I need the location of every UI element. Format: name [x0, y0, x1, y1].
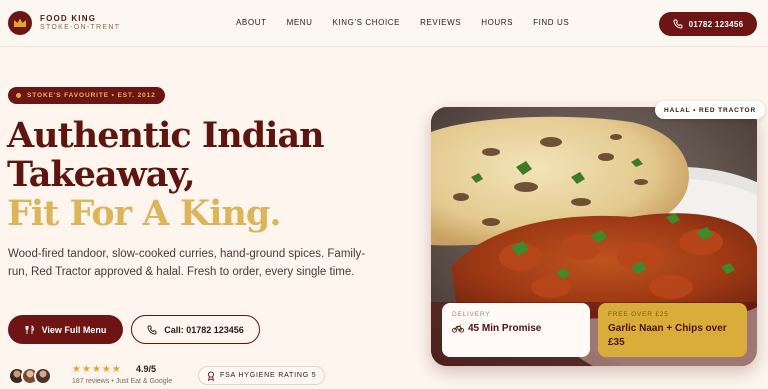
delivery-label: DELIVERY [452, 311, 491, 318]
star-icon: ★ [91, 364, 101, 375]
nav-link-menu[interactable]: MENU [287, 18, 313, 27]
star-rating: ★ ★ ★ ★ ★ [72, 364, 121, 375]
nav-link-about[interactable]: ABOUT [236, 18, 267, 27]
headline-line-3: Fit For A King. [7, 193, 282, 234]
nav-link-kings-choice[interactable]: KING'S CHOICE [333, 18, 401, 27]
headline-line-1: Authentic Indian [7, 115, 325, 156]
star-icon: ★ [101, 364, 111, 375]
established-badge-label: STOKE'S FAVOURITE • EST. 2012 [27, 92, 156, 99]
star-icon: ★ [81, 364, 91, 375]
view-menu-button[interactable]: View Full Menu [8, 315, 123, 344]
brand-location: STOKE-ON-TRENT [40, 24, 121, 31]
nav-link-reviews[interactable]: REVIEWS [420, 18, 461, 27]
crown-icon [14, 18, 26, 27]
star-icon: ★ [72, 364, 81, 375]
phone-icon [673, 19, 683, 29]
delivery-value-row: 45 Min Promise [452, 323, 580, 334]
bike-icon [452, 324, 464, 333]
delivery-value: 45 Min Promise [468, 323, 542, 334]
nav-links: ABOUT MENU KING'S CHOICE REVIEWS HOURS F… [236, 18, 569, 27]
established-badge: STOKE'S FAVOURITE • EST. 2012 [8, 87, 165, 104]
badge-dot-icon [16, 93, 21, 98]
offer-value: Garlic Naan + Chips over £35 [608, 323, 727, 348]
nav-link-find-us[interactable]: FIND US [533, 18, 569, 27]
offer-label: FREE OVER £25 [608, 311, 669, 318]
hygiene-rating-label: FSA HYGIENE RATING 5 [220, 372, 317, 379]
top-navigation: FOOD KING STOKE-ON-TRENT ABOUT MENU KING… [0, 0, 768, 47]
call-cta-button-label: Call: 01782 123456 [164, 324, 244, 335]
offer-card: FREE OVER £25 Garlic Naan + Chips over £… [598, 303, 747, 357]
hygiene-rating-badge: FSA HYGIENE RATING 5 [198, 366, 326, 385]
halal-badge: HALAL • RED TRACTOR [655, 101, 766, 119]
hero-description: Wood-fired tandoor, slow-cooked curries,… [8, 248, 366, 278]
rating-value: 4.9/5 [136, 364, 157, 374]
phone-icon [147, 325, 157, 334]
view-menu-button-label: View Full Menu [41, 324, 107, 335]
star-icon: ★ [111, 364, 121, 375]
delivery-card: DELIVERY 45 Min Promise [442, 303, 590, 357]
avatar [34, 367, 52, 385]
headline-line-2: Takeaway, [7, 154, 196, 195]
logo[interactable] [8, 11, 32, 35]
call-cta-button[interactable]: Call: 01782 123456 [131, 315, 260, 344]
customer-avatars [8, 367, 52, 385]
call-button[interactable]: 01782 123456 [659, 12, 757, 36]
nav-link-hours[interactable]: HOURS [481, 18, 513, 27]
review-count: 187 reviews • Just Eat & Google [72, 378, 173, 385]
cutlery-icon [25, 324, 34, 334]
brand-name: FOOD KING [40, 14, 97, 23]
hero-headline: Authentic Indian Takeaway, Fit For A Kin… [7, 115, 325, 234]
ribbon-icon [207, 370, 215, 381]
call-button-label: 01782 123456 [688, 19, 744, 29]
